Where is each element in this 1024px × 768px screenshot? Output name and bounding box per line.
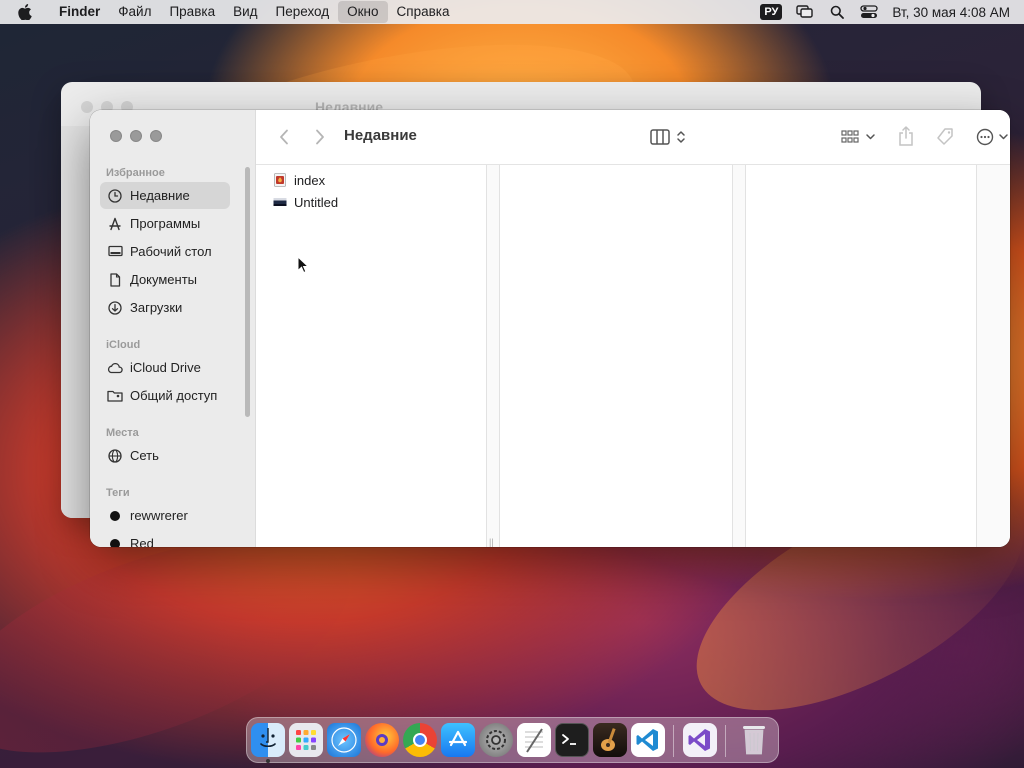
column-resize-grip[interactable]: || [489,537,494,547]
dock-app-store-icon[interactable] [441,723,475,757]
download-icon [107,300,123,316]
close-button[interactable] [110,130,122,142]
cloud-icon [107,360,123,376]
menu-go[interactable]: Переход [267,1,339,23]
dock-vscode-icon[interactable] [631,723,665,757]
sidebar-item-recents[interactable]: Недавние [100,182,230,209]
sidebar-item-label: Загрузки [130,300,183,315]
file-name: Untitled [294,194,339,210]
desktop-icon [107,244,123,260]
menu-view[interactable]: Вид [224,1,266,23]
clock-icon [107,188,123,204]
sidebar-scrollbar[interactable] [245,167,250,417]
sidebar-item-tag-rewwrerer[interactable]: rewwrerer [100,502,230,529]
sidebar-item-label: Документы [130,272,198,287]
sidebar-section-icloud: iCloud [106,339,141,351]
menubar-clock[interactable]: Вт, 30 мая 4:08 AM [892,5,1010,20]
tag-icon[interactable] [934,126,956,148]
sidebar-item-label: Рабочий стол [130,244,212,259]
menu-edit[interactable]: Правка [160,1,224,23]
sidebar-item-label: Недавние [130,188,190,203]
dock-textedit-icon[interactable] [517,723,551,757]
file-name: index [294,172,326,188]
chevron-left-icon[interactable] [276,127,292,147]
menu-app-name[interactable]: Finder [50,1,109,23]
dock-safari-icon[interactable] [327,723,361,757]
menu-bar: Finder Файл Правка Вид Переход Окно Спра… [0,0,1024,24]
menu-file[interactable]: Файл [109,1,160,23]
tag-dot-icon [110,538,120,547]
sidebar-item-label: iCloud Drive [130,360,201,375]
sidebar-section-locations: Места [106,427,139,439]
dock-finder-icon[interactable] [251,723,285,757]
dock-firefox-icon[interactable] [365,723,399,757]
shared-folder-icon [107,388,123,404]
zoom-button[interactable] [150,130,162,142]
file-item-index[interactable]: index [273,170,325,190]
sidebar-item-desktop[interactable]: Рабочий стол [100,238,230,265]
column-3[interactable] [746,165,976,547]
input-language-badge[interactable]: РУ [760,4,783,20]
apple-menu-icon[interactable] [18,3,36,21]
column-divider[interactable] [976,165,1010,547]
minimize-button[interactable] [130,130,142,142]
column-divider[interactable] [486,165,500,547]
finder-window: Избранное Недавние Программы Рабочий сто… [90,110,1010,547]
sidebar-item-shared[interactable]: Общий доступ [100,382,230,409]
sidebar-item-applications[interactable]: Программы [100,210,230,237]
grid-group-icon[interactable] [840,127,880,147]
control-center-icon[interactable] [860,4,879,20]
finder-sidebar: Избранное Недавние Программы Рабочий сто… [90,110,256,547]
sidebar-item-network[interactable]: Сеть [100,442,230,469]
menu-window[interactable]: Окно [338,1,388,23]
sidebar-item-documents[interactable]: Документы [100,266,230,293]
dock-running-indicator [266,759,270,763]
dock-visual-studio-icon[interactable] [683,723,717,757]
html-file-icon [274,173,286,187]
share-icon[interactable] [897,125,915,147]
finder-toolbar: Недавние [256,110,1010,164]
dock-terminal-icon[interactable] [555,723,589,757]
dock-chrome-icon[interactable] [403,723,437,757]
image-file-icon [273,198,287,206]
dock [246,717,779,763]
window-controls [110,130,170,142]
chevron-right-icon[interactable] [312,127,328,147]
screen-mirroring-icon[interactable] [796,4,814,20]
dock-launchpad-icon[interactable] [289,723,323,757]
sidebar-item-label: rewwrerer [130,508,188,523]
dock-garageband-icon[interactable] [593,723,627,757]
sidebar-item-downloads[interactable]: Загрузки [100,294,230,321]
sidebar-item-tag-red[interactable]: Red [100,530,230,547]
sidebar-section-favorites: Избранное [106,167,165,179]
tag-dot-icon [110,510,120,521]
column-browser: index Untitled || [256,164,1010,547]
columns-view-icon[interactable] [648,127,690,147]
dock-separator [725,725,726,757]
window-title: Недавние [344,127,417,144]
dock-system-settings-icon[interactable] [479,723,513,757]
apps-icon [107,216,123,232]
sidebar-item-label: Сеть [130,448,159,463]
globe-icon [107,448,123,464]
dock-trash-icon[interactable] [737,723,771,757]
column-divider[interactable] [732,165,746,547]
ellipsis-circle-icon[interactable] [976,127,1010,147]
sidebar-section-tags: Теги [106,487,130,499]
sidebar-item-label: Red [130,536,154,547]
file-item-untitled[interactable]: Untitled [273,192,338,212]
search-icon[interactable] [828,4,846,20]
menu-help[interactable]: Справка [388,1,459,23]
sidebar-item-label: Общий доступ [130,388,218,403]
mouse-pointer-icon [297,255,310,279]
sidebar-item-label: Программы [130,216,201,231]
column-1[interactable]: index Untitled [256,165,486,547]
sidebar-item-icloud-drive[interactable]: iCloud Drive [100,354,230,381]
dock-separator [673,725,674,757]
column-2[interactable] [500,165,732,547]
document-icon [107,272,123,288]
